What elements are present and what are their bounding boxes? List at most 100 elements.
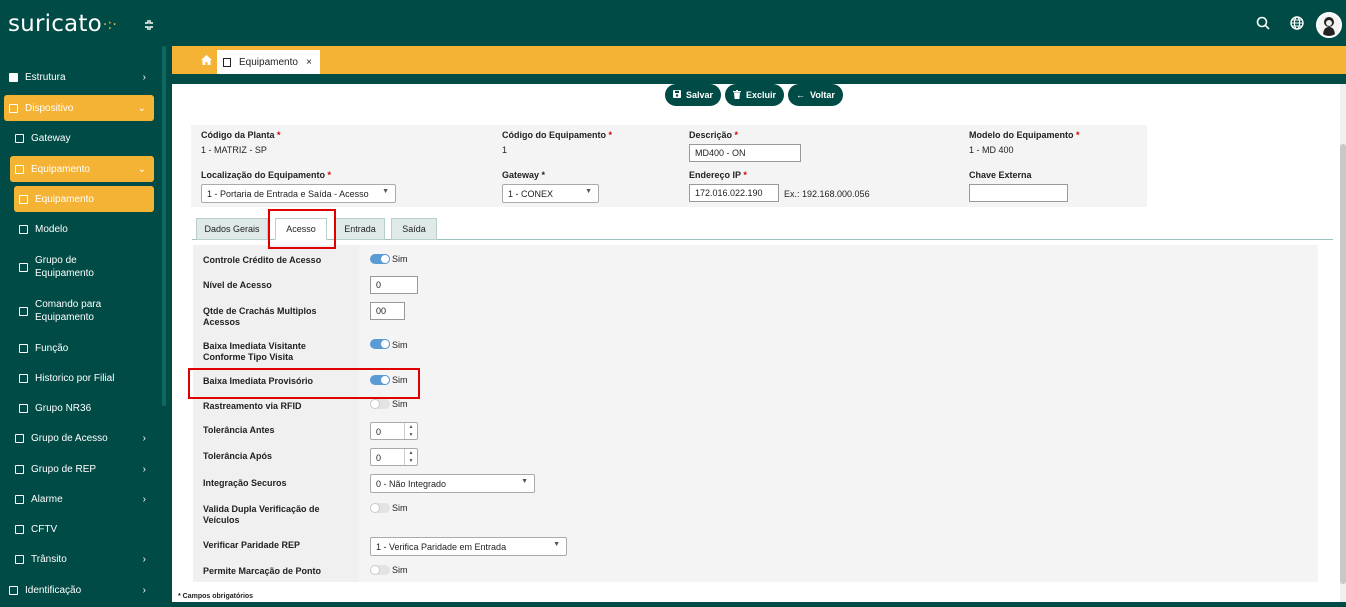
required-mark: *	[1076, 130, 1080, 140]
required-fields-note: * Campos obrigatórios	[178, 593, 254, 600]
save-button[interactable]: Salvar	[665, 84, 722, 106]
sidebar-item-comando-equipamento[interactable]: Comando para Equipamento	[14, 294, 154, 328]
nivel-acesso-input[interactable]: 0	[370, 276, 418, 294]
back-button-label: Voltar	[810, 90, 835, 100]
building-icon	[9, 72, 18, 82]
required-mark: *	[608, 130, 613, 140]
content-scrollbar[interactable]	[1340, 84, 1346, 602]
page-tab-equipamento[interactable]: Equipamento ×	[217, 50, 320, 74]
endereco-ip-label: Endereço IP *	[689, 170, 747, 180]
device-icon	[19, 343, 28, 353]
device-icon	[19, 373, 28, 383]
caret-down-icon: ▼	[553, 541, 560, 548]
sidebar-item-funcao[interactable]: Função	[14, 335, 154, 361]
sidebar-item-cftv[interactable]: CFTV	[10, 516, 154, 542]
sidebar-item-label: Identificação	[25, 584, 82, 596]
descricao-label: Descrição *	[689, 130, 738, 140]
tab-saida[interactable]: Saída	[391, 218, 437, 240]
field-label-text: Gateway	[502, 170, 540, 180]
caret-down-icon: ▼	[382, 188, 389, 195]
device-icon	[19, 403, 28, 413]
trash-icon	[733, 89, 741, 101]
device-icon	[15, 133, 24, 143]
verificar-paridade-select[interactable]: 1 - Verifica Paridade em Entrada ▼	[370, 537, 567, 556]
permite-marcacao-toggle-label: Sim	[392, 565, 408, 575]
codigo-equipamento-label: Código do Equipamento *	[502, 130, 612, 140]
sidebar-scrollbar[interactable]	[162, 46, 166, 406]
permite-marcacao-toggle[interactable]	[370, 565, 390, 575]
sidebar-item-grupo-equipamento[interactable]: Grupo de Equipamento	[14, 250, 154, 284]
stepper-arrows-icon[interactable]: ▲ ▼	[404, 449, 417, 465]
close-icon[interactable]: ×	[306, 57, 312, 68]
controle-credito-toggle[interactable]	[370, 254, 390, 264]
sidebar-item-grupo-rep[interactable]: Grupo de REP ›	[10, 456, 154, 482]
modelo-value: 1 - MD 400	[969, 145, 1014, 155]
chevron-right-icon: ›	[142, 432, 146, 444]
search-icon[interactable]	[1256, 16, 1270, 32]
localizacao-select[interactable]: 1 - Portaria de Entrada e Saída - Acesso…	[201, 184, 396, 203]
avatar[interactable]	[1316, 12, 1342, 38]
id-card-icon	[9, 585, 18, 595]
sidebar-item-label: Equipamento	[31, 163, 90, 175]
sidebar-item-label: CFTV	[31, 523, 58, 535]
gateway-select[interactable]: 1 - CONEX ▼	[502, 184, 599, 203]
collapse-menu-icon[interactable]	[144, 20, 154, 33]
device-icon	[19, 306, 28, 316]
field-label-text: Descrição	[689, 130, 733, 140]
tolerancia-antes-stepper[interactable]: 0 ▲ ▼	[370, 422, 418, 440]
device-icon	[15, 164, 24, 174]
tolerancia-apos-stepper[interactable]: 0 ▲ ▼	[370, 448, 418, 466]
chave-externa-input[interactable]	[969, 184, 1068, 202]
sidebar-item-grupo-nr36[interactable]: Grupo NR36	[14, 395, 154, 421]
sidebar-item-equipamento-group[interactable]: Equipamento ⌄	[10, 156, 154, 182]
acesso-panel	[193, 245, 1318, 582]
delete-button[interactable]: Excluir	[725, 84, 785, 106]
device-icon	[15, 554, 24, 564]
nivel-acesso-label: Nível de Acesso	[203, 280, 272, 290]
sidebar-item-estrutura[interactable]: Estrutura ›	[4, 64, 154, 90]
save-button-label: Salvar	[686, 90, 714, 100]
sidebar-item-label: Grupo de Equipamento	[35, 255, 94, 279]
sidebar-item-dispositivo[interactable]: Dispositivo ⌄	[4, 95, 154, 121]
globe-icon[interactable]	[1290, 16, 1304, 32]
descricao-input[interactable]: MD400 - ON	[689, 144, 801, 162]
sidebar-item-label: Estrutura	[25, 71, 66, 83]
home-icon[interactable]	[201, 55, 212, 65]
sidebar-item-label: Grupo de Acesso	[31, 432, 108, 444]
stepper-arrows-icon[interactable]: ▲ ▼	[404, 423, 417, 439]
baixa-visitante-toggle[interactable]	[370, 339, 390, 349]
back-button[interactable]: ← Voltar	[788, 84, 843, 106]
sidebar-item-label: Alarme	[31, 493, 63, 505]
select-value: 1 - CONEX	[508, 189, 554, 199]
scrollbar-thumb[interactable]	[1340, 144, 1346, 584]
sidebar-item-alarme[interactable]: Alarme ›	[10, 486, 154, 512]
select-value: 1 - Portaria de Entrada e Saída - Acesso	[207, 189, 369, 199]
integracao-securos-select[interactable]: 0 - Não Integrado ▼	[370, 474, 535, 493]
required-mark: *	[734, 130, 739, 140]
device-icon	[19, 194, 28, 204]
tolerancia-antes-label: Tolerância Antes	[203, 425, 275, 435]
highlight-baixa-provisorio	[188, 368, 420, 399]
toggle-knob	[370, 503, 380, 513]
codigo-equipamento-value: 1	[502, 145, 508, 155]
required-mark: *	[541, 170, 546, 180]
chevron-right-icon: ›	[142, 71, 146, 83]
endereco-ip-input[interactable]: 172.016.022.190	[689, 184, 779, 202]
sidebar-item-grupo-acesso[interactable]: Grupo de Acesso ›	[10, 425, 154, 451]
sidebar-item-modelo[interactable]: Modelo	[14, 216, 154, 242]
page-tab-bar: Equipamento ×	[172, 46, 1346, 74]
rastreamento-rfid-toggle[interactable]	[370, 399, 390, 409]
sidebar-item-historico-filial[interactable]: Historico por Filial	[14, 365, 154, 391]
valida-dupla-toggle[interactable]	[370, 503, 390, 513]
sidebar-item-transito[interactable]: Trânsito ›	[10, 546, 154, 572]
chevron-right-icon: ›	[142, 463, 146, 475]
logo-dots: ·:·	[102, 17, 118, 33]
sidebar-item-equipamento[interactable]: Equipamento	[14, 186, 154, 212]
stepper-value: 0	[376, 427, 382, 437]
tab-entrada[interactable]: Entrada	[335, 218, 385, 240]
sidebar-item-gateway[interactable]: Gateway	[10, 125, 154, 151]
tab-dados-gerais[interactable]: Dados Gerais	[196, 218, 268, 240]
qtde-crachas-input[interactable]: 00	[370, 302, 405, 320]
sidebar-item-identificacao[interactable]: Identificação ›	[4, 577, 154, 603]
app-logo[interactable]: suricato·:·	[8, 11, 117, 37]
